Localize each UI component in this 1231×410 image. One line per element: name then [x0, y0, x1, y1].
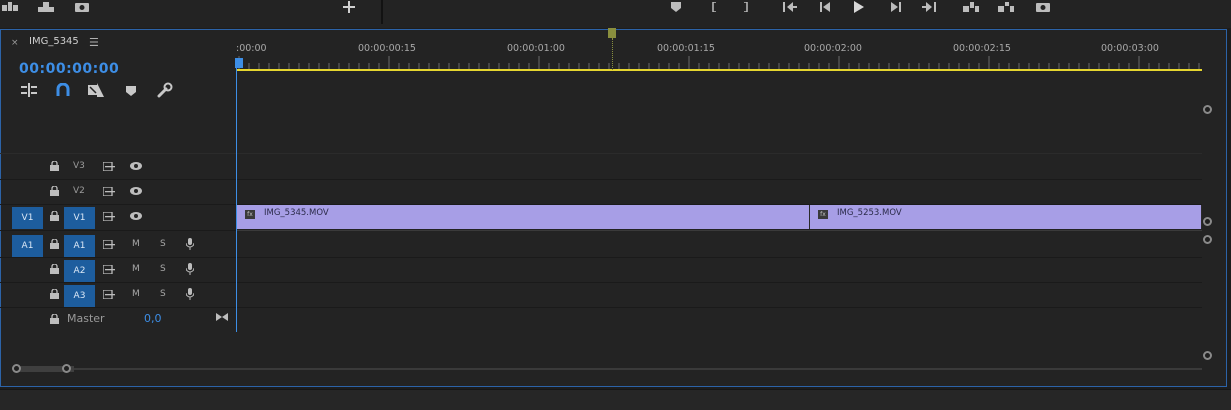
- ruler-ticks: [238, 56, 1200, 69]
- master-label: Master: [67, 312, 105, 325]
- play-icon[interactable]: [851, 1, 867, 13]
- insert-icon[interactable]: [2, 1, 18, 13]
- toggle-sync-lock-icon[interactable]: [103, 288, 115, 300]
- audio-scroll-bottom-handle[interactable]: [1203, 351, 1212, 360]
- lock-icon[interactable]: [48, 238, 60, 250]
- track-lane-a1[interactable]: [237, 233, 1202, 258]
- track-target-v1[interactable]: V1: [64, 207, 95, 229]
- mute-button[interactable]: M: [132, 239, 140, 249]
- source-patch-a1[interactable]: A1: [12, 235, 43, 257]
- scrollbar-track[interactable]: [12, 368, 1202, 370]
- solo-button[interactable]: S: [160, 264, 166, 274]
- solo-button[interactable]: S: [160, 289, 166, 299]
- microphone-icon[interactable]: [184, 238, 196, 250]
- toggle-sync-lock-icon[interactable]: [103, 185, 115, 197]
- track-header-a3[interactable]: A3 M S: [0, 283, 236, 308]
- close-tab-icon[interactable]: ×: [11, 38, 19, 48]
- track-lane-master[interactable]: [237, 308, 1202, 332]
- lock-icon[interactable]: [48, 313, 60, 325]
- track-area[interactable]: fx IMG_5345.MOV fx IMG_5253.MOV: [237, 72, 1202, 332]
- export-frame-icon[interactable]: [1035, 1, 1051, 13]
- fx-badge-icon: fx: [245, 210, 255, 219]
- clip-name: IMG_5253.MOV: [837, 208, 902, 218]
- clip-name: IMG_5345.MOV: [264, 208, 329, 218]
- lock-icon[interactable]: [48, 185, 60, 197]
- eye-icon[interactable]: [130, 185, 142, 197]
- mute-button[interactable]: M: [132, 289, 140, 299]
- track-name[interactable]: V2: [73, 186, 85, 196]
- marker-icon[interactable]: [668, 1, 684, 13]
- toggle-sync-lock-icon[interactable]: [103, 160, 115, 172]
- step-back-icon[interactable]: [818, 1, 834, 13]
- track-header-master[interactable]: Master 0,0: [0, 308, 236, 332]
- video-scroll-bottom-handle[interactable]: [1203, 217, 1212, 226]
- track-name[interactable]: V3: [73, 161, 85, 171]
- step-forward-icon[interactable]: [887, 1, 903, 13]
- track-lane-a3[interactable]: [237, 283, 1202, 308]
- track-headers: V3 V2 V1 V1 A1 A1 M S A2 M S A3 M S Mast…: [0, 72, 236, 332]
- status-strip: [0, 389, 1231, 410]
- video-scroll-top-handle[interactable]: [1203, 105, 1212, 114]
- track-lane-v1[interactable]: fx IMG_5345.MOV fx IMG_5253.MOV: [237, 205, 1202, 231]
- track-lane-v2[interactable]: [237, 180, 1202, 205]
- work-area-bar[interactable]: [237, 69, 1202, 71]
- track-header-v3[interactable]: V3: [0, 155, 236, 180]
- source-patch-v1[interactable]: V1: [12, 207, 43, 229]
- track-target-a3[interactable]: A3: [64, 285, 95, 307]
- track-target-a1[interactable]: A1: [64, 235, 95, 257]
- in-point-line: [612, 38, 613, 70]
- monitor-controls-bar: [0, 0, 1231, 28]
- playhead-line: [236, 58, 237, 332]
- camera-icon[interactable]: [74, 1, 90, 13]
- master-volume-value[interactable]: 0,0: [144, 312, 162, 325]
- add-icon[interactable]: [341, 1, 357, 13]
- track-lane-v3[interactable]: [237, 155, 1202, 180]
- track-target-a2[interactable]: A2: [64, 260, 95, 282]
- audio-scroll-top-handle[interactable]: [1203, 235, 1212, 244]
- lift-icon[interactable]: [963, 1, 979, 13]
- lock-icon[interactable]: [48, 288, 60, 300]
- track-header-a2[interactable]: A2 M S: [0, 258, 236, 283]
- clip[interactable]: fx IMG_5345.MOV: [237, 205, 810, 229]
- lock-icon[interactable]: [48, 210, 60, 222]
- microphone-icon[interactable]: [184, 288, 196, 300]
- go-to-next-keyframe-icon[interactable]: [216, 311, 228, 323]
- mark-in-icon[interactable]: [706, 1, 722, 13]
- toggle-sync-lock-icon[interactable]: [103, 263, 115, 275]
- overwrite-icon[interactable]: [38, 1, 54, 13]
- in-point-marker[interactable]: [608, 28, 616, 38]
- go-to-in-icon[interactable]: [782, 1, 798, 13]
- eye-icon[interactable]: [130, 160, 142, 172]
- toggle-sync-lock-icon[interactable]: [103, 210, 115, 222]
- solo-button[interactable]: S: [160, 239, 166, 249]
- lock-icon[interactable]: [48, 160, 60, 172]
- time-ruler[interactable]: :00:00 00:00:00:15 00:00:01:00 00:00:01:…: [236, 38, 1202, 71]
- track-header-v2[interactable]: V2: [0, 180, 236, 205]
- sequence-tab-title[interactable]: IMG_5345: [29, 36, 79, 47]
- eye-icon[interactable]: [130, 210, 142, 222]
- mute-button[interactable]: M: [132, 264, 140, 274]
- microphone-icon[interactable]: [184, 263, 196, 275]
- zoom-right-handle[interactable]: [62, 364, 71, 373]
- zoom-left-handle[interactable]: [12, 364, 21, 373]
- timeline-zoom-scrollbar[interactable]: [12, 364, 1202, 374]
- track-lane-spacer: [237, 72, 1202, 154]
- track-header-v1[interactable]: V1 V1: [0, 205, 236, 231]
- track-header-spacer: [0, 72, 236, 154]
- clip[interactable]: fx IMG_5253.MOV: [810, 205, 1202, 229]
- lock-icon[interactable]: [48, 263, 60, 275]
- toggle-sync-lock-icon[interactable]: [103, 238, 115, 250]
- track-lane-a2[interactable]: [237, 258, 1202, 283]
- mark-out-icon[interactable]: [738, 1, 754, 13]
- extract-icon[interactable]: [998, 1, 1014, 13]
- fx-badge-icon: fx: [818, 210, 828, 219]
- go-to-out-icon[interactable]: [921, 1, 937, 13]
- track-header-a1[interactable]: A1 A1 M S: [0, 233, 236, 258]
- panel-divider: [381, 0, 383, 24]
- panel-menu-icon[interactable]: ☰: [89, 36, 99, 49]
